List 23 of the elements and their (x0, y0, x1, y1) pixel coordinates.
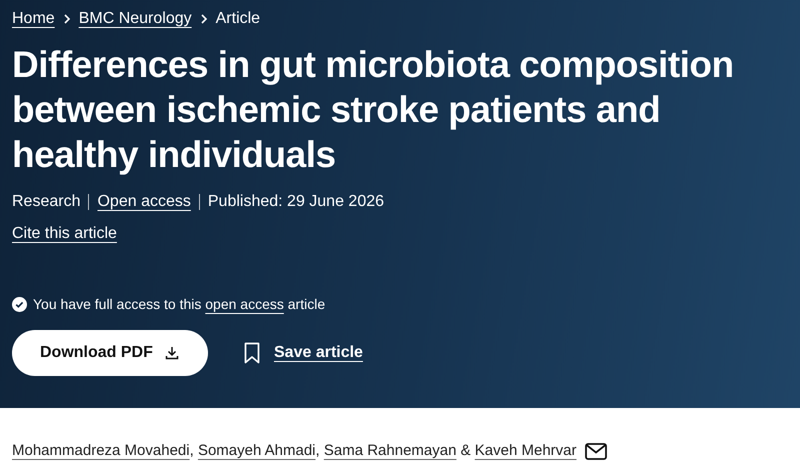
breadcrumb-link[interactable]: BMC Neurology (78, 8, 192, 30)
author-link[interactable]: Sama Rahnemayan (324, 442, 456, 459)
breadcrumb-link[interactable]: Home (12, 8, 55, 30)
open-access-link[interactable]: Open access (97, 191, 191, 213)
chevron-icon (62, 13, 71, 25)
meta-text: Research (12, 192, 80, 212)
breadcrumb-current: Article (216, 9, 260, 29)
article-title: Differences in gut microbiota composition between ischemic stroke patients and healthy individuals (12, 43, 735, 177)
mail-icon[interactable] (584, 442, 606, 460)
open-access-link[interactable]: open access (205, 296, 284, 312)
download-pdf-button[interactable]: Download PDF (12, 330, 208, 376)
author-link[interactable]: Kaveh Mehrvar (474, 442, 576, 459)
meta-text: Published: 29 June 2026 (208, 192, 384, 212)
save-article-button[interactable]: Save article (244, 341, 363, 365)
author-list: Mohammadreza Movahedi, Somayeh Ahmadi, Sama Rahnemayan & Kaveh Mehrvar (12, 440, 576, 462)
author-link[interactable]: Somayeh Ahmadi (198, 442, 316, 459)
author-link[interactable]: Mohammadreza Movahedi (12, 442, 190, 459)
cite-link[interactable]: Cite this article (12, 223, 117, 245)
access-notice: You have full access to this open access article (33, 295, 326, 314)
bookmark-icon (244, 342, 260, 364)
check-circle-icon (12, 296, 27, 312)
download-icon (164, 346, 179, 360)
chevron-icon (200, 13, 208, 25)
